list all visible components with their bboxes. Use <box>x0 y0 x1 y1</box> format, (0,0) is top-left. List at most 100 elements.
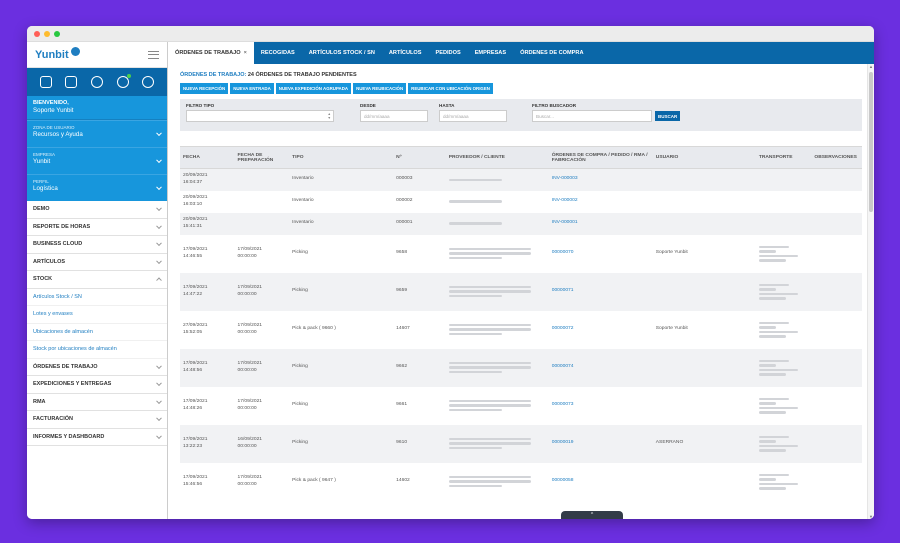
vertical-scrollbar[interactable]: ▲ ▼ <box>867 64 874 519</box>
filter-tipo-select[interactable]: ▲ ▼ <box>186 110 334 122</box>
sidebar-item-rma[interactable]: RMA <box>27 394 167 411</box>
column-header[interactable]: TIPO <box>289 146 394 169</box>
tab-articulos-stock[interactable]: ARTÍCULOS STOCK / SN <box>302 42 382 64</box>
column-header[interactable]: FECHA <box>180 146 235 169</box>
cell-orden-link[interactable]: INV-000003 <box>548 168 653 191</box>
cell-orden-link[interactable]: 00000070 <box>549 235 653 273</box>
redacted-text <box>448 285 532 289</box>
cell-orden-link[interactable]: 00000071 <box>548 272 653 311</box>
column-header[interactable]: FECHA DE PREPARACIÓN <box>234 146 290 169</box>
logout-icon[interactable] <box>142 76 155 88</box>
cell-transporte <box>755 272 812 311</box>
cell-orden-link[interactable]: INV-000001 <box>548 212 653 235</box>
sidebar-item-articulos[interactable]: ARTÍCULOS <box>27 254 167 271</box>
order-link[interactable]: 00000074 <box>552 364 574 369</box>
tab-pedidos[interactable]: PEDIDOS <box>429 42 468 64</box>
column-header[interactable]: PROVEEDOR / CLIENTE <box>445 146 549 169</box>
sidebar-subitem-ubicaciones[interactable]: Ubicaciones de almacén <box>27 324 167 341</box>
cell-orden-link[interactable]: 00000058 <box>549 463 653 501</box>
order-link[interactable]: INV-000001 <box>552 220 578 225</box>
tab-ordenes-compra[interactable]: ÓRDENES DE COMPRA <box>513 42 590 64</box>
minimize-window-button[interactable] <box>44 30 50 37</box>
column-header[interactable]: TRANSPORTE <box>755 146 812 169</box>
buscar-button[interactable]: BUSCAR <box>655 111 681 121</box>
nueva-expedicion-button[interactable]: NUEVA EXPEDICIÓN AGRUPADA <box>275 83 352 94</box>
nueva-entrada-button[interactable]: NUEVA ENTRADA <box>230 83 274 94</box>
table-row[interactable]: 17/09/2021 14:47:22 17/09/2021 00:00:00 Pi… <box>180 272 862 311</box>
order-link[interactable]: INV-000002 <box>552 198 578 203</box>
table-row[interactable]: 20/09/2021 15:41:31 Inventario 000001 INV… <box>180 212 862 235</box>
table-row[interactable]: 27/09/2021 15:52:05 17/09/2021 00:00:00 Pi… <box>180 311 862 349</box>
sidebar-item-ordenes-trabajo[interactable]: ÓRDENES DE TRABAJO <box>27 359 167 376</box>
zona-usuario-select[interactable]: ZONA DE USUARIO Recursos y Ayuda <box>27 120 167 147</box>
order-link[interactable]: 00000073 <box>552 402 574 407</box>
settings-icon[interactable] <box>90 76 103 88</box>
cell-usuario: Soporte Yunbit <box>655 250 688 256</box>
column-header[interactable]: USUARIO <box>652 146 756 169</box>
cell-orden-link[interactable]: 00000072 <box>549 311 653 349</box>
clock-icon[interactable] <box>116 74 131 88</box>
redacted-text <box>448 404 532 407</box>
tab-ordenes-trabajo[interactable]: ÓRDENES DE TRABAJO × <box>168 42 254 64</box>
table-row[interactable]: 17/09/2021 14:48:56 17/09/2021 00:00:00 Pi… <box>180 348 862 387</box>
column-header[interactable]: ÓRDENES DE COMPRA / PEDIDO / RMA / FABRI… <box>548 146 653 169</box>
sidebar-item-expediciones[interactable]: EXPEDICIONES Y ENTREGAS <box>27 376 167 394</box>
order-link[interactable]: INV-000003 <box>552 176 578 181</box>
sidebar-item-informes[interactable]: INFORMES Y DASHBOARD <box>27 429 167 446</box>
order-link[interactable]: 00000058 <box>552 478 574 483</box>
sidebar-subitem-lotes[interactable]: Lotes y envases <box>27 306 167 324</box>
column-header[interactable]: OBSERVACIONES <box>811 146 862 169</box>
order-link[interactable]: 00000071 <box>552 288 574 293</box>
nueva-recepcion-button[interactable]: NUEVA RECEPCIÓN <box>180 83 229 94</box>
table-row[interactable]: 17/09/2021 14:48:26 17/09/2021 00:00:00 Pi… <box>180 387 862 425</box>
cell-orden-link[interactable]: 00000074 <box>548 348 653 387</box>
table-row[interactable]: 17/09/2021 14:46:55 17/09/2021 00:00:00 Pi… <box>180 235 862 273</box>
reubicar-origen-button[interactable]: REUBICAR CON UBICACIÓN ORIGEN <box>408 83 493 94</box>
sidebar-item-stock[interactable]: STOCK <box>27 271 167 289</box>
empresa-select[interactable]: EMPRESA Yunbit <box>27 147 167 174</box>
sidebar-item-business-cloud[interactable]: BUSINESS CLOUD <box>27 236 167 254</box>
order-link[interactable]: 00000019 <box>552 440 574 445</box>
tab-recogidas[interactable]: RECOGIDAS <box>254 42 302 64</box>
scroll-down-icon[interactable]: ▼ <box>868 514 874 519</box>
close-tab-icon[interactable]: × <box>244 50 247 56</box>
cell-orden-link[interactable]: 00000019 <box>548 424 653 463</box>
cell-orden-link[interactable]: INV-000002 <box>549 191 653 213</box>
close-window-button[interactable] <box>34 30 40 37</box>
search-input[interactable]: Buscar... <box>532 110 652 122</box>
filter-desde-input[interactable]: dd/mm/aaaa <box>360 110 428 122</box>
table-row[interactable]: 17/09/2021 15:46:56 17/09/2021 00:00:00 Pi… <box>180 463 862 501</box>
sidebar-item-reporte-horas[interactable]: REPORTE DE HORAS <box>27 219 167 236</box>
yunbit-logo[interactable]: Yunbit <box>35 47 80 61</box>
sidebar-subitem-articulos-stock[interactable]: Artículos Stock / SN <box>27 289 167 306</box>
prep-time: 00:00:00 <box>237 291 257 297</box>
cell-fecha: 17/09/2021 14:47:22 <box>180 272 235 311</box>
table-row[interactable]: 17/09/2021 13:22:23 16/09/2021 00:00:00 Pi… <box>180 424 862 463</box>
hamburger-menu-icon[interactable] <box>148 50 159 59</box>
redacted-text <box>758 292 799 295</box>
nueva-reubicacion-button[interactable]: NUEVA REUBICACIÓN <box>353 83 407 94</box>
maximize-window-button[interactable] <box>54 30 60 37</box>
fecha-date: 17/09/2021 <box>183 436 208 442</box>
order-link[interactable]: 00000070 <box>552 250 574 255</box>
table-row[interactable]: 20/09/2021 16:04:37 Inventario 000003 INV… <box>180 168 862 191</box>
sidebar-item-demo[interactable]: DEMO <box>27 201 167 219</box>
tab-articulos[interactable]: ARTÍCULOS <box>382 42 429 64</box>
redacted-text <box>448 290 532 293</box>
redacted-text <box>758 259 787 262</box>
order-link[interactable]: 00000072 <box>552 326 574 331</box>
cell-orden-link[interactable]: 00000073 <box>549 387 653 425</box>
scroll-up-icon[interactable]: ▲ <box>868 64 874 69</box>
wordpress-icon[interactable] <box>65 76 78 88</box>
filter-hasta-input[interactable]: dd/mm/aaaa <box>439 110 507 122</box>
expand-icon[interactable] <box>39 76 52 88</box>
table-row[interactable]: 20/09/2021 16:03:10 Inventario 000002 INV… <box>180 191 862 213</box>
cell-fecha: 20/09/2021 16:04:37 <box>180 168 235 191</box>
scrollbar-thumb[interactable] <box>869 72 873 212</box>
tab-empresas[interactable]: EMPRESAS <box>468 42 513 64</box>
column-header[interactable]: Nº <box>393 146 446 169</box>
sidebar-item-facturacion[interactable]: FACTURACIÓN <box>27 411 167 429</box>
sidebar-subitem-stock-ubicaciones[interactable]: Stock por ubicaciones de almacén <box>27 341 167 359</box>
bottom-pull-handle[interactable]: ^ <box>561 511 623 519</box>
perfil-select[interactable]: PERFIL Logística <box>27 174 167 201</box>
